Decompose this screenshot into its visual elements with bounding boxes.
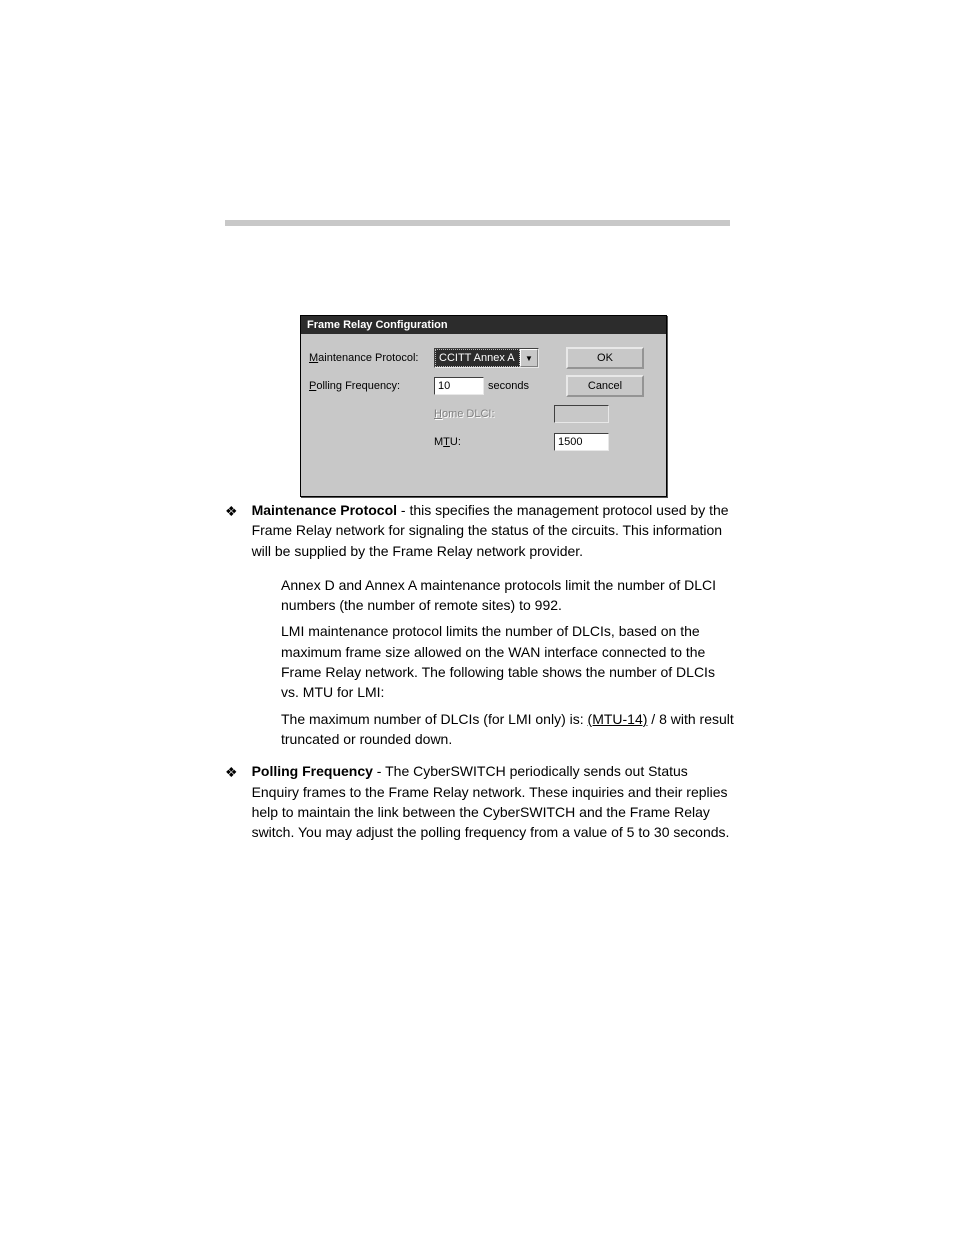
polling-frequency-unit: seconds bbox=[488, 380, 529, 392]
polling-frequency-label: Polling Frequency: bbox=[309, 380, 434, 392]
cancel-button[interactable]: Cancel bbox=[566, 375, 644, 397]
polling-frequency-input[interactable] bbox=[434, 377, 484, 395]
maintenance-protocol-p3: LMI maintenance protocol limits the numb… bbox=[281, 621, 735, 702]
home-dlci-input bbox=[554, 405, 609, 423]
bullet-glyph-icon: ❖ bbox=[225, 763, 238, 848]
mtu-input[interactable] bbox=[554, 433, 609, 451]
dialog-title: Frame Relay Configuration bbox=[301, 316, 666, 334]
maintenance-protocol-p4: The maximum number of DLCIs (for LMI onl… bbox=[281, 709, 735, 750]
polling-frequency-heading: Polling Frequency bbox=[252, 763, 373, 779]
ok-button[interactable]: OK bbox=[566, 347, 644, 369]
chevron-down-icon[interactable]: ▼ bbox=[520, 349, 538, 367]
maintenance-protocol-p2: Annex D and Annex A maintenance protocol… bbox=[281, 575, 735, 616]
body-text: ❖ Maintenance Protocol - this specifies … bbox=[225, 500, 735, 856]
section-rule bbox=[225, 220, 730, 226]
maintenance-protocol-combo[interactable]: CCITT Annex A ▼ bbox=[434, 348, 539, 368]
maintenance-protocol-heading: Maintenance Protocol bbox=[252, 502, 397, 518]
maintenance-protocol-label: Maintenance Protocol: bbox=[309, 352, 434, 364]
frame-relay-dialog: Frame Relay Configuration Maintenance Pr… bbox=[300, 315, 667, 497]
home-dlci-label: Home DLCI: bbox=[434, 408, 554, 420]
maintenance-protocol-value: CCITT Annex A bbox=[435, 349, 520, 367]
bullet-glyph-icon: ❖ bbox=[225, 502, 238, 567]
mtu-label: MTU: bbox=[434, 436, 554, 448]
